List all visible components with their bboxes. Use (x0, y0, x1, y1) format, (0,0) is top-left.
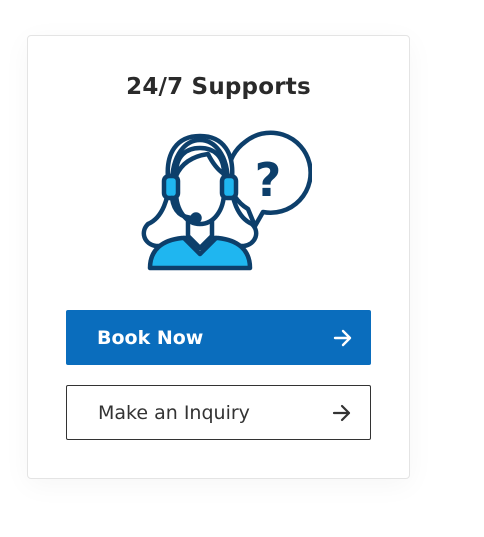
arrow-right-icon (333, 329, 352, 346)
card-title: 24/7 Supports (126, 74, 311, 100)
make-inquiry-button[interactable]: Make an Inquiry (66, 385, 371, 440)
support-agent-question-icon: ? (141, 130, 312, 271)
arrow-right-icon (332, 404, 351, 421)
book-now-button[interactable]: Book Now (66, 310, 371, 365)
svg-text:?: ? (255, 153, 282, 207)
book-now-label: Book Now (97, 326, 204, 349)
make-inquiry-label: Make an Inquiry (98, 401, 250, 424)
support-card: 24/7 Supports ? Book Now Make an Inquiry (27, 35, 410, 479)
